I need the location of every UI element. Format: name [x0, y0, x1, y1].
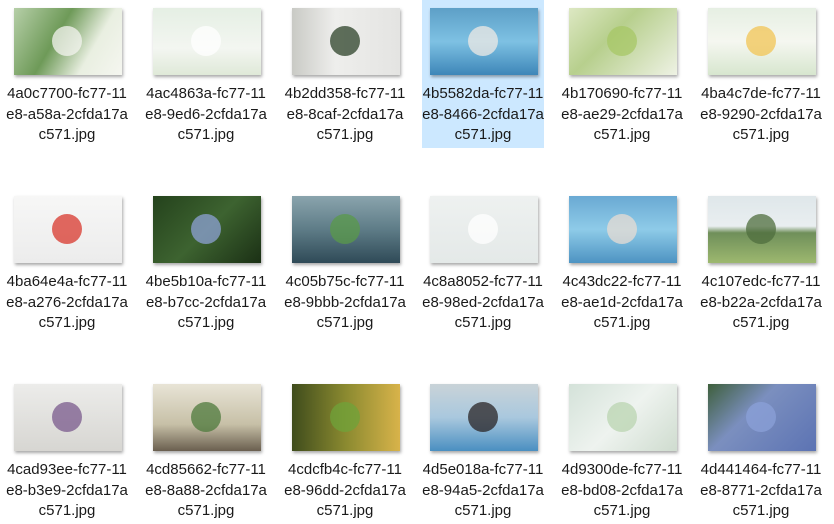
file-item[interactable]: 4ba64e4a-fc77-11e8-a276-2cfda17ac571.jpg — [6, 188, 128, 336]
image-thumbnail — [153, 384, 261, 451]
file-name-label: 4d9300de-fc77-11e8-bd08-2cfda17ac571.jpg — [561, 461, 683, 519]
file-item[interactable]: 4c8a8052-fc77-11e8-98ed-2cfda17ac571.jpg — [422, 188, 544, 336]
file-name-label: 4a0c7700-fc77-11e8-a58a-2cfda17ac571.jpg — [6, 85, 128, 143]
image-thumbnail — [708, 196, 816, 263]
thumbnail-subject — [468, 26, 498, 56]
image-thumbnail — [708, 8, 816, 75]
file-item[interactable]: 4d9300de-fc77-11e8-bd08-2cfda17ac571.jpg — [561, 376, 683, 524]
thumbnail-subject — [607, 26, 637, 56]
file-name-label: 4b5582da-fc77-11e8-8466-2cfda17ac571.jpg — [422, 85, 544, 143]
file-name-label: 4b170690-fc77-11e8-ae29-2cfda17ac571.jpg — [561, 85, 683, 143]
file-name-label: 4c43dc22-fc77-11e8-ae1d-2cfda17ac571.jpg — [561, 273, 683, 331]
file-name-label: 4cd85662-fc77-11e8-8a88-2cfda17ac571.jpg — [145, 461, 267, 519]
thumbnail-subject — [191, 26, 221, 56]
file-name-label: 4c05b75c-fc77-11e8-9bbb-2cfda17ac571.jpg — [284, 273, 406, 331]
file-name-label: 4b2dd358-fc77-11e8-8caf-2cfda17ac571.jpg — [284, 85, 406, 143]
image-thumbnail — [430, 384, 538, 451]
file-item[interactable]: 4d441464-fc77-11e8-8771-2cfda17ac571.jpg — [700, 376, 822, 524]
thumbnail-subject — [468, 214, 498, 244]
thumbnail-subject — [330, 214, 360, 244]
thumbnail-subject — [52, 402, 82, 432]
image-thumbnail — [292, 8, 400, 75]
file-name-label: 4c107edc-fc77-11e8-b22a-2cfda17ac571.jpg — [700, 273, 822, 331]
thumbnail-subject — [607, 402, 637, 432]
image-thumbnail — [708, 384, 816, 451]
image-thumbnail — [14, 196, 122, 263]
file-name-label: 4cdcfb4c-fc77-11e8-96dd-2cfda17ac571.jpg — [284, 461, 406, 519]
thumbnail-subject — [468, 402, 498, 432]
file-name-label: 4ac4863a-fc77-11e8-9ed6-2cfda17ac571.jpg — [145, 85, 267, 143]
thumbnail-subject — [191, 402, 221, 432]
file-item[interactable]: 4b170690-fc77-11e8-ae29-2cfda17ac571.jpg — [561, 0, 683, 148]
image-thumbnail — [153, 8, 261, 75]
thumbnail-subject — [330, 402, 360, 432]
file-name-label: 4c8a8052-fc77-11e8-98ed-2cfda17ac571.jpg — [422, 273, 544, 331]
file-item[interactable]: 4c107edc-fc77-11e8-b22a-2cfda17ac571.jpg — [700, 188, 822, 336]
file-item[interactable]: 4ac4863a-fc77-11e8-9ed6-2cfda17ac571.jpg — [145, 0, 267, 148]
file-item[interactable]: 4c43dc22-fc77-11e8-ae1d-2cfda17ac571.jpg — [561, 188, 683, 336]
thumbnail-subject — [191, 214, 221, 244]
image-thumbnail — [14, 8, 122, 75]
thumbnail-subject — [746, 214, 776, 244]
thumbnail-subject — [746, 26, 776, 56]
file-item[interactable]: 4b2dd358-fc77-11e8-8caf-2cfda17ac571.jpg — [284, 0, 406, 148]
image-thumbnail — [430, 8, 538, 75]
file-name-label: 4d5e018a-fc77-11e8-94a5-2cfda17ac571.jpg — [422, 461, 544, 519]
thumbnail-subject — [746, 402, 776, 432]
image-thumbnail — [292, 196, 400, 263]
file-name-label: 4d441464-fc77-11e8-8771-2cfda17ac571.jpg — [700, 461, 822, 519]
thumbnail-subject — [330, 26, 360, 56]
file-item[interactable]: 4b5582da-fc77-11e8-8466-2cfda17ac571.jpg — [422, 0, 544, 148]
file-item[interactable]: 4cd85662-fc77-11e8-8a88-2cfda17ac571.jpg — [145, 376, 267, 524]
file-item[interactable]: 4cad93ee-fc77-11e8-b3e9-2cfda17ac571.jpg — [6, 376, 128, 524]
file-name-label: 4cad93ee-fc77-11e8-b3e9-2cfda17ac571.jpg — [6, 461, 128, 519]
image-thumbnail — [569, 8, 677, 75]
thumbnail-subject — [607, 214, 637, 244]
file-name-label: 4ba64e4a-fc77-11e8-a276-2cfda17ac571.jpg — [6, 273, 128, 331]
image-thumbnail — [153, 196, 261, 263]
image-thumbnail — [569, 196, 677, 263]
image-thumbnail — [14, 384, 122, 451]
thumbnail-subject — [52, 214, 82, 244]
image-thumbnail — [569, 384, 677, 451]
file-item[interactable]: 4a0c7700-fc77-11e8-a58a-2cfda17ac571.jpg — [6, 0, 128, 148]
file-name-label: 4be5b10a-fc77-11e8-b7cc-2cfda17ac571.jpg — [145, 273, 267, 331]
thumbnail-subject — [52, 26, 82, 56]
file-item[interactable]: 4cdcfb4c-fc77-11e8-96dd-2cfda17ac571.jpg — [284, 376, 406, 524]
file-item[interactable]: 4be5b10a-fc77-11e8-b7cc-2cfda17ac571.jpg — [145, 188, 267, 336]
file-item[interactable]: 4c05b75c-fc77-11e8-9bbb-2cfda17ac571.jpg — [284, 188, 406, 336]
file-name-label: 4ba4c7de-fc77-11e8-9290-2cfda17ac571.jpg — [700, 85, 822, 143]
file-item[interactable]: 4d5e018a-fc77-11e8-94a5-2cfda17ac571.jpg — [422, 376, 544, 524]
file-item[interactable]: 4ba4c7de-fc77-11e8-9290-2cfda17ac571.jpg — [700, 0, 822, 148]
image-thumbnail — [430, 196, 538, 263]
image-thumbnail — [292, 384, 400, 451]
